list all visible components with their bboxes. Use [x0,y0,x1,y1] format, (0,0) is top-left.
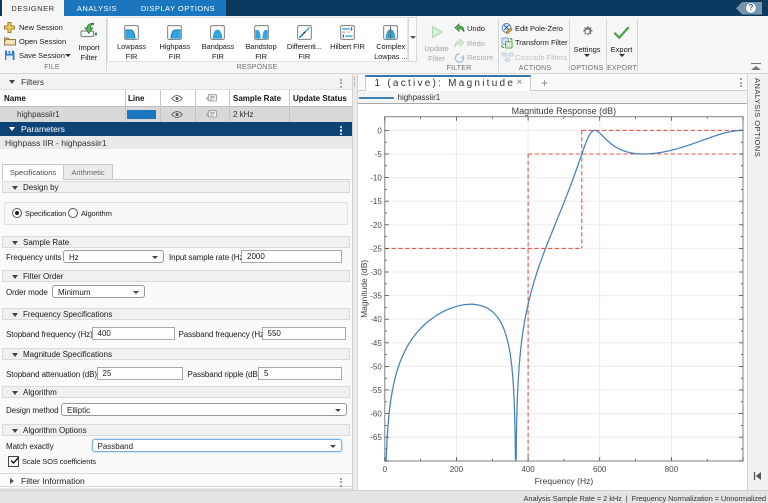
svg-text:-25: -25 [370,244,382,253]
svg-text:-60: -60 [370,410,382,419]
svg-text:-15: -15 [370,197,382,206]
svg-text:0: 0 [383,465,388,474]
svg-text:0: 0 [377,126,382,135]
svg-text:-20: -20 [370,221,382,230]
svg-text:-30: -30 [370,268,382,277]
svg-text:-65: -65 [370,433,382,442]
svg-text:-45: -45 [370,339,382,348]
svg-text:800: 800 [665,465,679,474]
svg-text:-50: -50 [370,362,382,371]
svg-text:600: 600 [593,465,607,474]
svg-text:-55: -55 [370,386,382,395]
svg-text:Magnitude Response (dB): Magnitude Response (dB) [512,106,617,116]
svg-text:200: 200 [450,465,464,474]
svg-text:400: 400 [521,465,535,474]
svg-text:Magnitude (dB): Magnitude (dB) [359,260,369,318]
svg-text:-5: -5 [375,150,383,159]
svg-text:-35: -35 [370,292,382,301]
svg-text:Frequency (Hz): Frequency (Hz) [535,476,594,486]
svg-text:-10: -10 [370,174,382,183]
svg-text:-40: -40 [370,315,382,324]
